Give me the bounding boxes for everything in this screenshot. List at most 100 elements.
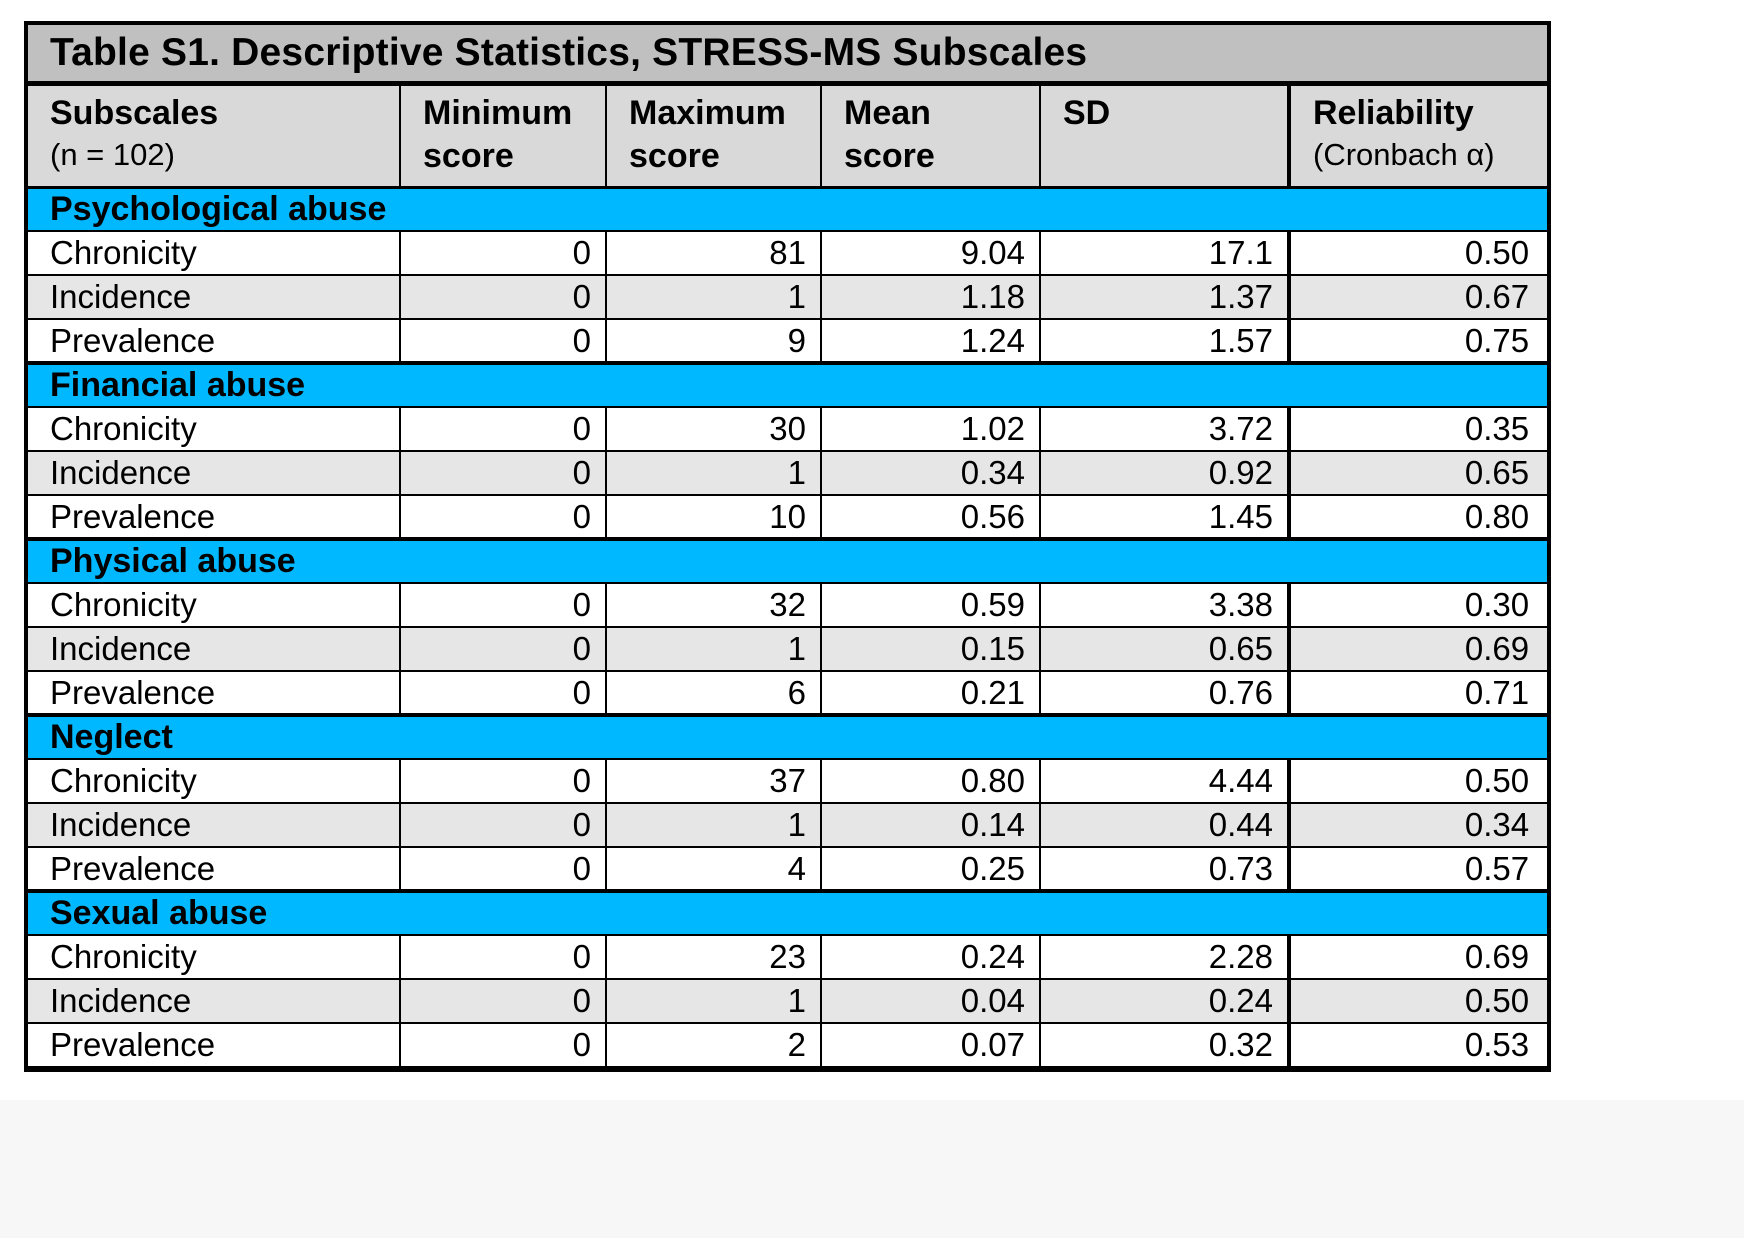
- column-header-label-line2: score: [844, 136, 935, 175]
- cell-minimum: 0: [399, 494, 606, 540]
- column-header-label: Minimum: [423, 93, 573, 132]
- cell-mean: 0.34: [820, 450, 1040, 496]
- table-row: Incidence 0 1 0.14 0.44 0.34: [28, 802, 1548, 848]
- cell-maximum: 1: [605, 626, 821, 672]
- cell-minimum: 0: [399, 978, 606, 1024]
- cell-maximum: 1: [605, 274, 821, 320]
- cell-subscale-label: Incidence: [28, 274, 400, 320]
- cell-mean: 0.59: [820, 582, 1040, 628]
- cell-mean: 0.24: [820, 934, 1040, 980]
- cell-mean: 0.07: [820, 1022, 1040, 1068]
- table-title: Table S1. Descriptive Statistics, STRESS…: [28, 25, 1548, 86]
- table-row: Incidence 0 1 0.34 0.92 0.65: [28, 450, 1548, 496]
- cell-reliability: 0.30: [1286, 582, 1548, 628]
- cell-minimum: 0: [399, 450, 606, 496]
- column-header-reliability: Reliability (Cronbach α): [1286, 83, 1548, 189]
- column-header-maximum: Maximum score: [605, 83, 821, 189]
- column-header-label-line2: score: [423, 136, 514, 175]
- cell-sd: 0.32: [1039, 1022, 1289, 1068]
- cell-sd: 1.57: [1039, 318, 1289, 364]
- cell-maximum: 10: [605, 494, 821, 540]
- column-header-label: SD: [1063, 93, 1111, 132]
- cell-reliability: 0.53: [1286, 1022, 1548, 1068]
- cell-reliability: 0.69: [1286, 626, 1548, 672]
- section-title: Psychological abuse: [28, 187, 1548, 232]
- cell-mean: 1.18: [820, 274, 1040, 320]
- cell-subscale-label: Chronicity: [28, 230, 400, 276]
- cell-subscale-label: Prevalence: [28, 318, 400, 364]
- cell-sd: 1.37: [1039, 274, 1289, 320]
- cell-sd: 3.72: [1039, 406, 1289, 452]
- cell-sd: 0.76: [1039, 670, 1289, 716]
- cell-subscale-label: Chronicity: [28, 582, 400, 628]
- cell-subscale-label: Incidence: [28, 626, 400, 672]
- table-row: Incidence 0 1 0.04 0.24 0.50: [28, 978, 1548, 1024]
- table-row: Chronicity 0 81 9.04 17.1 0.50: [28, 230, 1548, 276]
- cell-minimum: 0: [399, 1022, 606, 1068]
- column-header-label: Maximum: [629, 93, 786, 132]
- column-header-subtext: (n = 102): [50, 136, 175, 172]
- cell-subscale-label: Prevalence: [28, 1022, 400, 1068]
- cell-reliability: 0.34: [1286, 802, 1548, 848]
- table-row: Chronicity 0 37 0.80 4.44 0.50: [28, 758, 1548, 804]
- cell-mean: 0.80: [820, 758, 1040, 804]
- cell-subscale-label: Chronicity: [28, 758, 400, 804]
- cell-sd: 17.1: [1039, 230, 1289, 276]
- cell-reliability: 0.50: [1286, 230, 1548, 276]
- cell-maximum: 9: [605, 318, 821, 364]
- cell-reliability: 0.50: [1286, 978, 1548, 1024]
- cell-maximum: 1: [605, 802, 821, 848]
- stats-table-container: Table S1. Descriptive Statistics, STRESS…: [24, 21, 1551, 1072]
- cell-mean: 9.04: [820, 230, 1040, 276]
- page-background: [0, 1100, 1744, 1238]
- cell-mean: 0.21: [820, 670, 1040, 716]
- cell-subscale-label: Incidence: [28, 802, 400, 848]
- cell-subscale-label: Prevalence: [28, 846, 400, 892]
- column-header-sd: SD: [1039, 83, 1289, 189]
- cell-sd: 0.92: [1039, 450, 1289, 496]
- cell-minimum: 0: [399, 626, 606, 672]
- cell-maximum: 81: [605, 230, 821, 276]
- cell-sd: 1.45: [1039, 494, 1289, 540]
- cell-mean: 0.04: [820, 978, 1040, 1024]
- table-body: Psychological abuse Chronicity 0 81 9.04 17.1…: [28, 187, 1548, 1068]
- cell-reliability: 0.80: [1286, 494, 1548, 540]
- cell-minimum: 0: [399, 406, 606, 452]
- cell-sd: 0.65: [1039, 626, 1289, 672]
- cell-mean: 0.56: [820, 494, 1040, 540]
- cell-minimum: 0: [399, 758, 606, 804]
- cell-reliability: 0.69: [1286, 934, 1548, 980]
- cell-sd: 0.73: [1039, 846, 1289, 892]
- cell-maximum: 1: [605, 450, 821, 496]
- cell-minimum: 0: [399, 274, 606, 320]
- cell-maximum: 32: [605, 582, 821, 628]
- table-row: Chronicity 0 30 1.02 3.72 0.35: [28, 406, 1548, 452]
- section-header-row: Psychological abuse: [28, 187, 1548, 232]
- section-title: Financial abuse: [28, 361, 1548, 408]
- cell-sd: 0.24: [1039, 978, 1289, 1024]
- cell-minimum: 0: [399, 670, 606, 716]
- cell-reliability: 0.67: [1286, 274, 1548, 320]
- table-row: Incidence 0 1 0.15 0.65 0.69: [28, 626, 1548, 672]
- section-header-row: Physical abuse: [28, 537, 1548, 584]
- cell-subscale-label: Incidence: [28, 978, 400, 1024]
- cell-subscale-label: Prevalence: [28, 670, 400, 716]
- cell-minimum: 0: [399, 802, 606, 848]
- cell-subscale-label: Incidence: [28, 450, 400, 496]
- section-title: Neglect: [28, 713, 1548, 760]
- cell-maximum: 37: [605, 758, 821, 804]
- cell-reliability: 0.35: [1286, 406, 1548, 452]
- column-header-row: Subscales (n = 102) Minimum score Maximu…: [28, 83, 1548, 189]
- column-header-mean: Mean score: [820, 83, 1040, 189]
- section-title: Physical abuse: [28, 537, 1548, 584]
- table-row: Prevalence 0 9 1.24 1.57 0.75: [28, 318, 1548, 364]
- cell-subscale-label: Prevalence: [28, 494, 400, 540]
- cell-sd: 4.44: [1039, 758, 1289, 804]
- cell-mean: 1.24: [820, 318, 1040, 364]
- cell-mean: 0.14: [820, 802, 1040, 848]
- section-header-row: Sexual abuse: [28, 889, 1548, 936]
- column-header-subscales: Subscales (n = 102): [28, 83, 400, 189]
- column-header-label: Reliability: [1313, 93, 1474, 132]
- cell-maximum: 4: [605, 846, 821, 892]
- cell-mean: 0.15: [820, 626, 1040, 672]
